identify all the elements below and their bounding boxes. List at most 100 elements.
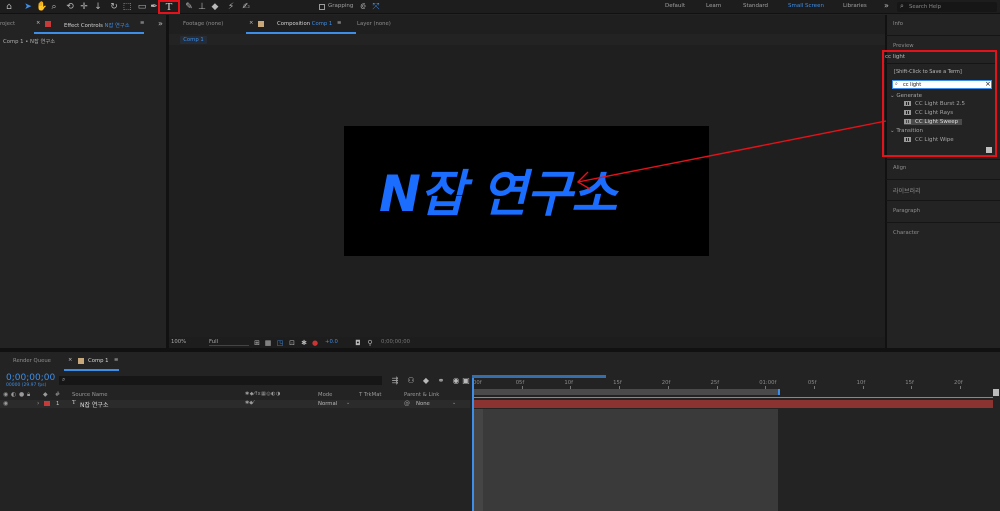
- effect-item[interactable]: CC Light Rays: [904, 110, 953, 116]
- info-panel-label[interactable]: Info: [893, 21, 903, 27]
- category-generate[interactable]: ⌄ Generate: [890, 93, 922, 99]
- workspace-small-screen[interactable]: Small Screen: [788, 3, 824, 9]
- comp-text-layer[interactable]: N잡 연구소: [379, 154, 679, 226]
- rotate-tool-icon[interactable]: ↻: [108, 1, 120, 13]
- visibility-eye-icon[interactable]: ◉: [3, 400, 8, 407]
- home-icon[interactable]: ⌂: [3, 1, 15, 13]
- zoom-dropdown[interactable]: 100%: [171, 339, 186, 345]
- effects-panel-title[interactable]: cc light: [885, 54, 905, 60]
- timeline-search-input[interactable]: ⌕: [59, 376, 382, 385]
- hand-tool-icon[interactable]: ✋: [36, 1, 48, 13]
- search-help-placeholder: Search Help: [909, 3, 941, 10]
- render-queue-tab[interactable]: Render Queue: [13, 358, 51, 364]
- workspace-libraries[interactable]: Libraries: [843, 3, 867, 9]
- effect-item[interactable]: CC Light Wipe: [904, 137, 954, 143]
- trkmat-header[interactable]: T TrkMat: [359, 392, 382, 398]
- close-comp-icon[interactable]: ×: [249, 20, 253, 26]
- new-folder-icon[interactable]: [986, 147, 992, 153]
- workspace-default[interactable]: Default: [665, 3, 685, 9]
- work-area-scroll[interactable]: [472, 375, 606, 378]
- rectangle-tool-icon[interactable]: ▭: [136, 1, 148, 13]
- effect-item-selected[interactable]: CC Light Sweep: [904, 119, 963, 125]
- ruler-tick-label: 05f: [807, 380, 817, 386]
- resolution-dropdown[interactable]: Full: [209, 339, 249, 346]
- effect-icon: [904, 137, 911, 142]
- layer-label-color[interactable]: [44, 401, 50, 406]
- project-tab[interactable]: roject: [0, 21, 15, 27]
- chevron-down-icon: ⌄: [890, 128, 895, 134]
- anchor-tool-icon[interactable]: ⬚: [121, 1, 133, 13]
- workspace-standard[interactable]: Standard: [743, 3, 768, 9]
- draft-3d-icon[interactable]: ⚇: [405, 375, 417, 387]
- effect-item[interactable]: CC Light Burst 2.5: [904, 101, 965, 107]
- close-timeline-icon[interactable]: ×: [68, 357, 72, 363]
- ruler-tick-label: 10f: [564, 380, 573, 386]
- playhead[interactable]: [472, 378, 474, 511]
- expand-layer-icon[interactable]: ›: [37, 400, 39, 407]
- align-panel-label[interactable]: Align: [893, 165, 906, 171]
- panel-menu-icon[interactable]: ≡: [140, 20, 144, 26]
- footage-tab[interactable]: Footage (none): [183, 21, 223, 27]
- clear-search-icon[interactable]: ×: [985, 80, 991, 88]
- zoom-end-icon[interactable]: [993, 389, 999, 396]
- pick-whip-icon[interactable]: @: [404, 400, 410, 407]
- footage-tab-value: (none): [205, 21, 224, 27]
- type-tool-icon[interactable]: T: [158, 0, 180, 14]
- panel-overflow-icon[interactable]: »: [158, 19, 163, 28]
- work-area-bar[interactable]: [472, 389, 778, 395]
- effects-search-input[interactable]: ⌕ cc light ×: [892, 80, 992, 89]
- timeline-menu-icon[interactable]: ≡: [114, 357, 118, 363]
- character-panel-label[interactable]: Character: [893, 230, 919, 236]
- composition-canvas[interactable]: N잡 연구소: [344, 126, 709, 256]
- save-term-hint[interactable]: [Shift-Click to Save a Term]: [894, 69, 962, 75]
- source-name-header[interactable]: Source Name: [72, 392, 108, 398]
- layer-tab-value: (none): [373, 21, 391, 27]
- library-panel-label[interactable]: 라이브러리: [893, 186, 921, 195]
- workspace-learn[interactable]: Learn: [706, 3, 721, 9]
- exposure-value[interactable]: +0.0: [325, 339, 338, 345]
- preview-panel-label[interactable]: Preview: [893, 43, 914, 49]
- work-area-end-handle[interactable]: [778, 389, 780, 395]
- text-layer-type-icon: T: [72, 400, 76, 406]
- timeline-comp-tab[interactable]: Comp 1: [88, 358, 109, 364]
- layer-switches-icon[interactable]: ✱◆⁄: [245, 400, 254, 406]
- expand-icon[interactable]: ⤧: [370, 1, 382, 13]
- comp-menu-icon[interactable]: ≡: [337, 20, 341, 26]
- layer-duration-bar[interactable]: [473, 400, 993, 408]
- brush-tool-icon[interactable]: ✎: [183, 1, 195, 13]
- chevron-down-icon: ⌄: [890, 93, 895, 99]
- viewer-timecode[interactable]: 0;00;00;00: [381, 339, 410, 345]
- dolly-tool-icon[interactable]: ↓: [92, 1, 104, 13]
- comp-chip[interactable]: Comp 1: [180, 36, 207, 44]
- roto-brush-icon[interactable]: ⚡: [225, 1, 237, 13]
- clone-stamp-icon[interactable]: ⊥: [196, 1, 208, 13]
- shy-layers-icon[interactable]: ◆: [420, 375, 432, 387]
- layer-name[interactable]: N잡 연구소: [80, 400, 108, 409]
- timeline-timecode[interactable]: 0;00;00;00: [6, 373, 55, 383]
- close-icon[interactable]: ×: [36, 20, 40, 26]
- workspace-overflow-icon[interactable]: »: [884, 1, 889, 10]
- category-transition[interactable]: ⌄ Transition: [890, 128, 923, 134]
- parent-dropdown[interactable]: None: [416, 401, 430, 407]
- parent-link-header[interactable]: Parent & Link: [404, 392, 439, 398]
- effect-icon: [904, 110, 911, 115]
- puppet-tool-icon[interactable]: ✍: [240, 1, 252, 13]
- composition-flowchart-icon[interactable]: ⇶: [389, 375, 401, 387]
- eraser-tool-icon[interactable]: ◆: [209, 1, 221, 13]
- mode-header[interactable]: Mode: [318, 392, 332, 398]
- effect-controls-tab[interactable]: Effect Controls N잡 연구소: [64, 21, 130, 29]
- search-help-field[interactable]: ⌕ Search Help: [897, 2, 997, 12]
- pan-tool-icon[interactable]: ✛: [78, 1, 90, 13]
- layer-tab[interactable]: Layer (none): [357, 21, 391, 27]
- grapping-checkbox[interactable]: [319, 4, 325, 10]
- zoom-tool-icon[interactable]: ⌕: [48, 1, 60, 13]
- grapping-label: Grapping: [328, 3, 354, 9]
- orbit-tool-icon[interactable]: ⟲: [64, 1, 76, 13]
- selection-tool-icon[interactable]: ➤: [22, 1, 34, 13]
- composition-tab[interactable]: Composition Comp 1: [277, 21, 332, 27]
- ruler-tick-label: 01:00f: [759, 380, 777, 386]
- frame-blending-icon[interactable]: ⚭: [435, 375, 447, 387]
- snap-icon[interactable]: ⟃: [357, 1, 369, 13]
- layer-row[interactable]: ◉ › 1 T N잡 연구소 ✱◆⁄ Normal ⌄ @ None ⌄: [0, 400, 470, 409]
- paragraph-panel-label[interactable]: Paragraph: [893, 208, 920, 214]
